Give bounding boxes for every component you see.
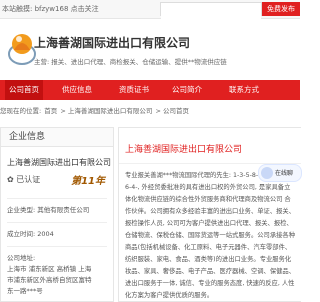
company-intro-panel: 上海善湖国际进出口有限公司 专业报关善湖***物流国际代理的先生: 1-3-5-… bbox=[118, 127, 301, 302]
main-nav: 公司首页 供应信息 资质证书 公司简介 联系方式 bbox=[0, 80, 300, 100]
top-bar: 本站触摸: bfzyw168 点击关注 免费发布 bbox=[0, 0, 300, 23]
divider bbox=[7, 198, 107, 199]
welcome-text: 本站触摸: bfzyw168 点击关注 bbox=[2, 5, 99, 13]
address-line: 东一路***号 bbox=[7, 287, 43, 295]
chat-label: 在线聊 bbox=[275, 170, 294, 177]
nav-item-contact[interactable]: 联系方式 bbox=[225, 80, 263, 100]
company-info-panel: 企业信息 上海善湖国际进出口有限公司 ✿ 已认证 第11年 企业类型: 其他有限… bbox=[0, 127, 114, 302]
nav-item-home[interactable]: 公司首页 bbox=[5, 80, 43, 100]
intro-text: 专业报关善湖***物流国际代理的先生: 1-3-5-8-5-6-8-3-1-6-… bbox=[125, 172, 296, 299]
certified-badge: ✿ 已认证 bbox=[7, 175, 41, 184]
established-year: 成立时间: 2004 bbox=[7, 230, 54, 238]
certification-row: ✿ 已认证 第11年 bbox=[1, 174, 113, 192]
breadcrumb: 您现在的位置: 首页 > 上海善湖国际进出口有限公司 > 公司首页 bbox=[0, 105, 300, 119]
online-chat-button[interactable]: 在线聊 bbox=[258, 164, 302, 182]
company-header: 上海善湖国际进出口有限公司 主营: 报关、进出口代理、商检报关、仓储运输、提供*… bbox=[0, 18, 300, 80]
nav-item-certificates[interactable]: 资质证书 bbox=[115, 80, 153, 100]
breadcrumb-company-link[interactable]: > 上海善湖国际进出口有限公司 bbox=[60, 107, 152, 115]
breadcrumb-home-link[interactable]: 首页 bbox=[44, 107, 57, 115]
company-business: 主营: 报关、进出口代理、商检报关、仓储运输、提供**物流供应链 bbox=[34, 58, 227, 66]
nav-item-about[interactable]: 公司简介 bbox=[168, 80, 206, 100]
membership-years: 第11年 bbox=[71, 176, 105, 187]
nav-item-supply[interactable]: 供应信息 bbox=[58, 80, 96, 100]
divider bbox=[7, 222, 107, 223]
address-line: 上海市 浦东新区 高桥镇 上海 bbox=[7, 265, 92, 273]
company-info-header: 企业信息 bbox=[1, 128, 113, 147]
breadcrumb-current: > 公司首页 bbox=[155, 107, 189, 115]
user-avatar-icon bbox=[261, 167, 273, 179]
address-label: 公司地址: bbox=[7, 254, 36, 262]
company-title: 上海善湖国际进出口有限公司 bbox=[34, 36, 191, 50]
divider bbox=[7, 246, 107, 247]
company-type: 企业类型: 其他有限责任公司 bbox=[7, 206, 90, 214]
breadcrumb-label: 您现在的位置: bbox=[0, 107, 42, 115]
free-publish-button[interactable]: 免费发布 bbox=[262, 2, 300, 16]
intro-title: 上海善湖国际进出口有限公司 bbox=[119, 128, 301, 164]
address-line: 市浦东新区外高桥自贸区富特 bbox=[7, 276, 92, 284]
company-name: 上海善湖国际进出口有限公司 bbox=[7, 158, 111, 167]
search-box[interactable] bbox=[160, 2, 262, 23]
